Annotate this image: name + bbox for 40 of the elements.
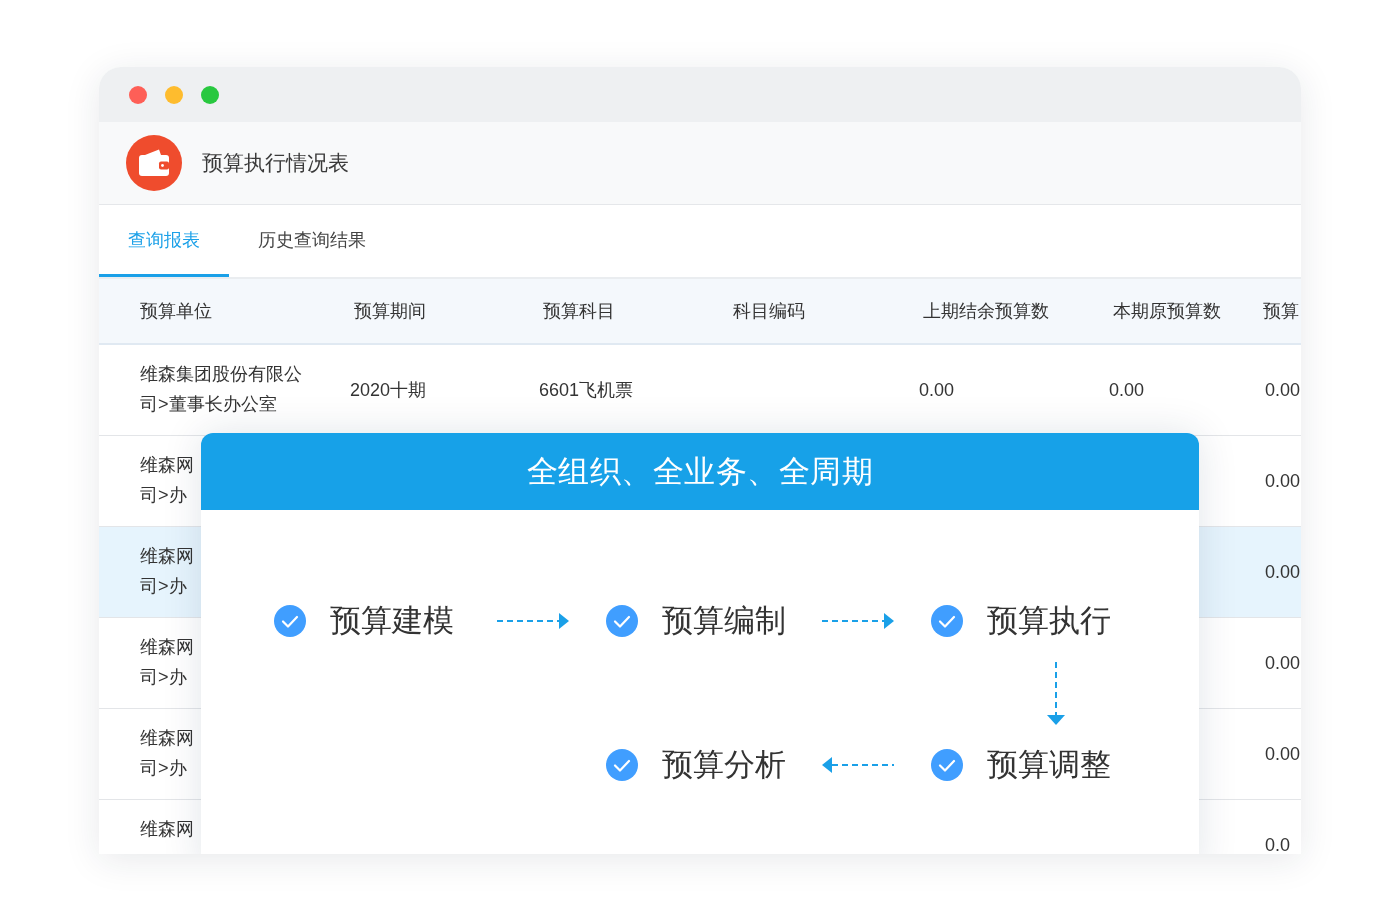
left-arrow-icon bbox=[821, 757, 894, 773]
column-header: 本期原预算数 bbox=[1113, 300, 1221, 323]
column-header: 上期结余预算数 bbox=[923, 300, 1049, 323]
table-cell: 2020十期 bbox=[350, 380, 427, 400]
right-arrow-icon bbox=[821, 613, 894, 629]
column-header: 科目编码 bbox=[733, 300, 805, 323]
window-maximize-icon[interactable] bbox=[201, 85, 219, 104]
table-cell: 0.00 bbox=[1265, 653, 1301, 673]
table-cell: 0.00 bbox=[1265, 562, 1301, 582]
table-cell: 0.00 bbox=[1265, 744, 1301, 764]
column-header: 预算 bbox=[1263, 300, 1299, 323]
table-row[interactable]: 维森集团股份有限公 司>董事长办公室 2020十期 6601飞机票 0.00 0.00 0.00 bbox=[99, 345, 1301, 436]
table-cell-text: 维森网 司>办 bbox=[140, 636, 194, 689]
table-cell-text: 维森集团股份有限公 司>董事长办公室 bbox=[140, 363, 302, 416]
table-cell: 0.00 bbox=[919, 380, 955, 400]
step-label: 预算编制 bbox=[662, 602, 786, 640]
step-label: 预算建模 bbox=[330, 602, 454, 640]
wallet-icon bbox=[126, 135, 182, 191]
table-cell-text: 维森网 bbox=[140, 818, 194, 841]
right-arrow-icon bbox=[497, 613, 569, 629]
table-cell-text: 维森网 司>办 bbox=[140, 454, 194, 507]
step-label: 预算调整 bbox=[987, 746, 1111, 784]
column-header: 预算科目 bbox=[543, 300, 615, 323]
table-cell: 6601飞机票 bbox=[539, 380, 634, 400]
column-header: 预算期间 bbox=[354, 300, 426, 323]
step-label: 预算分析 bbox=[662, 746, 786, 784]
window-minimize-icon[interactable] bbox=[165, 85, 183, 104]
tab[interactable]: 历史查询结果 bbox=[229, 205, 395, 277]
window-close-icon[interactable] bbox=[129, 85, 147, 104]
table-cell: 0.00 bbox=[1109, 380, 1145, 400]
table-cell: 0.0 bbox=[1265, 835, 1291, 854]
table-cell: 0.00 bbox=[1265, 471, 1301, 491]
table-cell: 0.00 bbox=[1265, 380, 1301, 400]
step-label: 预算执行 bbox=[987, 602, 1111, 640]
banner-title: 全组织、全业务、全周期 bbox=[201, 433, 1199, 510]
table-cell-text: 维森网 司>办 bbox=[140, 545, 194, 598]
table-cell-text: 维森网 司>办 bbox=[140, 727, 194, 780]
down-arrow-icon bbox=[1047, 661, 1065, 725]
app-title: 预算执行情况表 bbox=[202, 150, 349, 176]
column-header: 预算单位 bbox=[140, 300, 212, 323]
